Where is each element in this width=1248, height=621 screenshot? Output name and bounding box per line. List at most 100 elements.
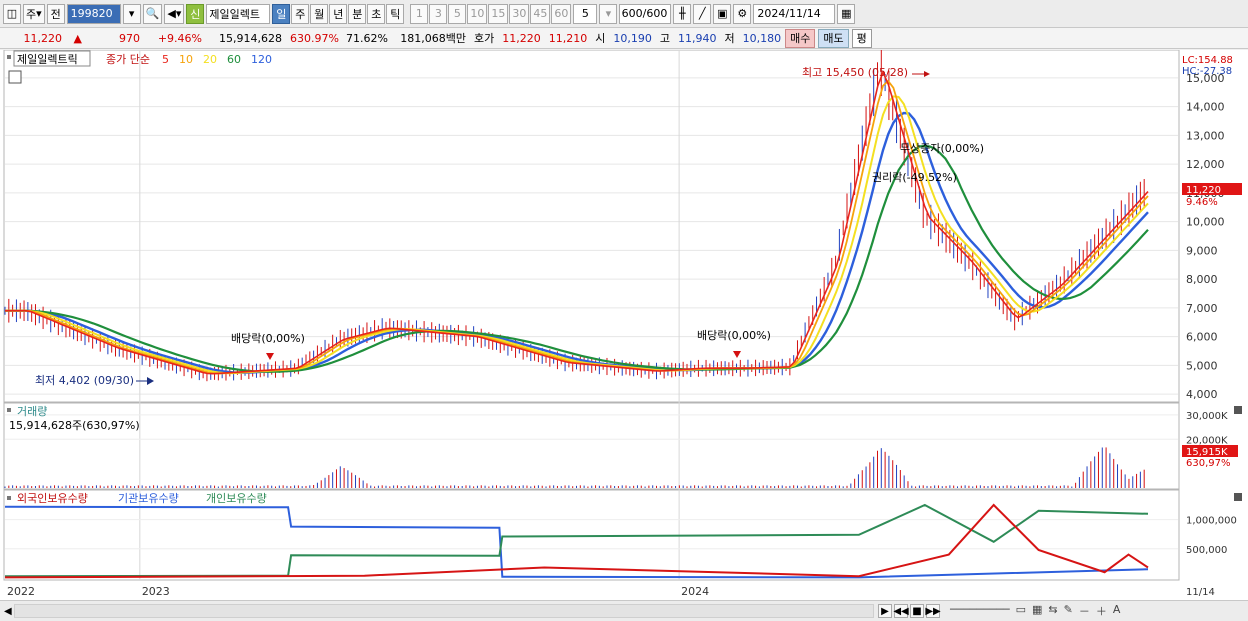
zoom-out-icon[interactable]: － xyxy=(1079,603,1090,619)
year-label-2: 2024 xyxy=(681,585,709,598)
new-badge[interactable]: 신 xyxy=(186,3,205,24)
ma-legend-120: 120 xyxy=(251,53,272,66)
interval-button-45[interactable]: 45 xyxy=(530,3,551,24)
price-ytick-5: 10,000 xyxy=(1186,216,1225,229)
volume-title: 거래량 xyxy=(17,405,47,418)
stock-code-input[interactable]: 199820 xyxy=(66,3,121,24)
speaker-icon[interactable]: ◀▾ xyxy=(164,3,185,24)
toolbar: ◫ 주 ▾ 전 199820 ▾ 🔍 ◀▾ 신 제일일렉트 일주월년분초틱 135… xyxy=(0,0,1248,28)
window-icon[interactable]: ◫ xyxy=(3,3,21,24)
compare-icon[interactable]: ⇆ xyxy=(1048,603,1057,619)
price-ytick-1: 14,000 xyxy=(1186,101,1225,114)
layout-icon[interactable]: ▭ xyxy=(1016,603,1026,619)
volume-dot-icon xyxy=(7,408,11,412)
sell-button[interactable]: 매도 xyxy=(818,28,849,48)
price-panel-frame xyxy=(3,49,1180,403)
ma-legend-label[interactable]: 종가 단순 xyxy=(106,53,150,66)
tf-button-2[interactable]: 월 xyxy=(310,3,329,24)
tf-button-0[interactable]: 일 xyxy=(272,3,291,24)
price-ytick-6: 9,000 xyxy=(1186,244,1218,257)
interval-button-1[interactable]: 1 xyxy=(410,3,429,24)
save-icon[interactable]: ▣ xyxy=(713,3,732,24)
price-ytick-2: 13,000 xyxy=(1186,129,1225,142)
avg-button[interactable]: 평 xyxy=(851,28,872,48)
draw-icon[interactable]: ✎ xyxy=(1064,603,1073,619)
stop-icon[interactable]: ■ xyxy=(910,604,924,618)
ma-legend-20: 20 xyxy=(203,53,217,66)
date-input[interactable]: 2024/11/14 xyxy=(753,3,836,24)
interval-button-60[interactable]: 60 xyxy=(551,3,572,24)
stock-name-field[interactable]: 제일일렉트 xyxy=(206,3,271,24)
gear-icon[interactable]: ⚙ xyxy=(733,3,752,24)
holdings-ytick-1: 500,000 xyxy=(1186,545,1227,556)
change-value: 970 xyxy=(119,31,140,45)
holdings-close-icon[interactable] xyxy=(1234,493,1242,501)
chart-tools: ───────── ▭ ▦ ⇆ ✎ － ＋ A xyxy=(950,603,1120,619)
holdings-legend-institution[interactable]: 기관보유수량 xyxy=(118,492,179,505)
holdings-last-date: 11/14 xyxy=(1186,587,1215,598)
font-icon[interactable]: A xyxy=(1113,603,1121,619)
interval-button-15[interactable]: 15 xyxy=(488,3,509,24)
interval-dropdown-icon[interactable]: ▾ xyxy=(599,3,618,24)
interval-button-5[interactable]: 5 xyxy=(448,3,467,24)
tf-button-5[interactable]: 초 xyxy=(367,3,386,24)
forward-icon[interactable]: ▶▶ xyxy=(925,604,941,618)
price-ytick-10: 5,000 xyxy=(1186,359,1218,372)
low-label: 저 xyxy=(724,32,735,45)
table-icon[interactable] xyxy=(8,70,22,84)
tf-button-6[interactable]: 틱 xyxy=(386,3,405,24)
scroll-track[interactable] xyxy=(14,604,874,618)
volume-pct: 630.97% xyxy=(290,31,339,45)
current-price-tag-label: 11,220 xyxy=(1186,185,1221,196)
holdings-legend-foreign[interactable]: 외국인보유수량 xyxy=(17,492,88,505)
low-value: 10,180 xyxy=(742,31,782,45)
volume-close-icon[interactable] xyxy=(1234,406,1242,414)
current-pct-tag-label: 9.46% xyxy=(1186,197,1218,208)
change-pct: +9.46% xyxy=(157,31,202,45)
rewind-icon[interactable]: ◀◀ xyxy=(893,604,909,618)
holdings-ytick-0: 1,000,000 xyxy=(1186,516,1237,527)
volume-value: 15,914,628 xyxy=(219,31,282,45)
interval-button-3[interactable]: 3 xyxy=(429,3,448,24)
bar-total: /600 xyxy=(642,7,668,20)
volume-ytick-1: 20,000K xyxy=(1186,435,1228,446)
chart-area: 15,00014,00013,00012,00011,00010,0009,00… xyxy=(0,43,1248,601)
ask2-value: 11,210 xyxy=(548,31,588,45)
year-label-1: 2023 xyxy=(142,585,170,598)
open-label: 시 xyxy=(595,32,606,45)
scroll-left-icon[interactable]: ◀ xyxy=(4,606,12,617)
holdings-legend-individual[interactable]: 개인보유수량 xyxy=(206,492,267,505)
prev-button[interactable]: 전 xyxy=(46,3,65,24)
tf-button-1[interactable]: 주 xyxy=(291,3,310,24)
price-info-bar: 11,220 ▲ 970 +9.46% 15,914,628 630.97% 7… xyxy=(0,28,1248,49)
interval-button-30[interactable]: 30 xyxy=(509,3,530,24)
play-icon[interactable]: ▶ xyxy=(878,604,892,618)
candle-icon[interactable]: ╫ xyxy=(673,3,692,24)
event-bonus-issue: 무상증자(0,00%) xyxy=(900,142,984,155)
line-tool-icon[interactable]: ╱ xyxy=(693,3,712,24)
grid-icon[interactable]: ▦ xyxy=(1032,603,1042,619)
interval-input[interactable]: 5 xyxy=(573,3,598,24)
holdings-dot-icon xyxy=(7,496,11,500)
dropdown-icon[interactable]: ▾ xyxy=(122,3,141,24)
up-arrow-icon: ▲ xyxy=(73,31,82,45)
search-icon[interactable]: 🔍 xyxy=(142,3,163,24)
calendar-icon[interactable]: ▦ xyxy=(837,3,856,24)
bar-count-input[interactable]: 600/600 xyxy=(619,3,672,24)
period-type-select[interactable]: 주 ▾ xyxy=(23,3,45,24)
ma-legend-10: 10 xyxy=(179,53,193,66)
slider-icon[interactable]: ───────── xyxy=(950,603,1010,619)
tf-button-4[interactable]: 분 xyxy=(348,3,367,24)
tf-button-3[interactable]: 년 xyxy=(329,3,348,24)
amount-value: 181,068백만 xyxy=(400,32,466,45)
event-dividend-1: 배당락(0,00%) xyxy=(231,332,305,345)
price-ytick-11: 4,000 xyxy=(1186,388,1218,401)
ask1-value: 11,220 xyxy=(502,31,541,45)
event-rights: 권리락(-49.52%) xyxy=(872,171,957,184)
chart-svg[interactable]: 15,00014,00013,00012,00011,00010,0009,00… xyxy=(0,43,1248,601)
buy-button[interactable]: 매수 xyxy=(785,28,816,48)
price-ytick-8: 7,000 xyxy=(1186,302,1218,315)
lc-label: LC:154.88 xyxy=(1182,55,1233,66)
interval-button-10[interactable]: 10 xyxy=(467,3,488,24)
zoom-in-icon[interactable]: ＋ xyxy=(1096,603,1107,619)
